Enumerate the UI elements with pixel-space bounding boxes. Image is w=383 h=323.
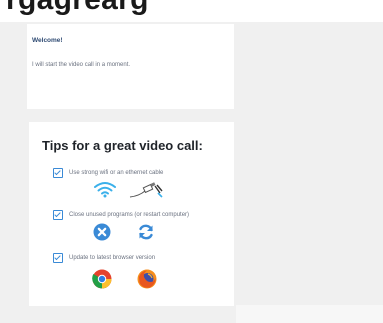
tip-label: Update to latest browser version bbox=[69, 255, 156, 261]
welcome-title: Welcome! bbox=[32, 37, 63, 44]
tips-card: Tips for a great video call: Use strong … bbox=[29, 122, 234, 306]
tip-label: Use strong wifi or an ethernet cable bbox=[69, 170, 164, 176]
tips-title: Tips for a great video call: bbox=[42, 138, 203, 153]
firefox-icon bbox=[137, 269, 157, 289]
tip-label: Close unused programs (or restart comput… bbox=[69, 212, 190, 218]
tip-item-wifi: Use strong wifi or an ethernet cable bbox=[53, 168, 163, 178]
welcome-message: I will start the video call in a moment. bbox=[32, 62, 131, 68]
wifi-icon bbox=[94, 182, 116, 198]
partial-heading-text: rgagrearg bbox=[6, 0, 149, 17]
partial-heading: rgagrearg bbox=[0, 0, 383, 22]
checkbox-checked-icon bbox=[53, 210, 63, 220]
bottom-strip bbox=[236, 305, 383, 323]
ethernet-cable-icon bbox=[129, 182, 163, 198]
close-program-icon bbox=[93, 223, 111, 241]
tip-item-update-browser: Update to latest browser version bbox=[53, 253, 155, 263]
welcome-message-card: Welcome! I will start the video call in … bbox=[27, 24, 234, 109]
tip-item-close-programs: Close unused programs (or restart comput… bbox=[53, 210, 189, 220]
chrome-icon bbox=[92, 269, 112, 289]
restart-icon bbox=[139, 224, 153, 240]
checkbox-checked-icon bbox=[53, 168, 63, 178]
checkbox-checked-icon bbox=[53, 253, 63, 263]
